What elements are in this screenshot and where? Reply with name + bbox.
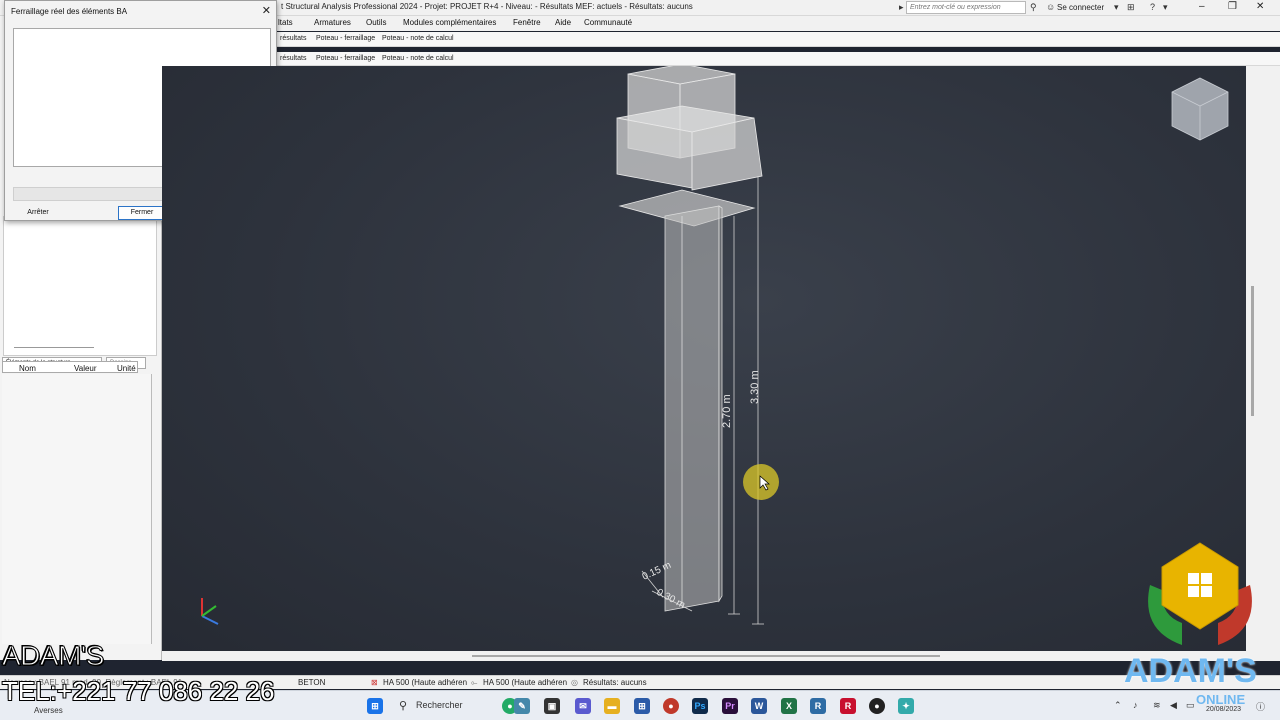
chevron-down-icon[interactable]: ▾ [1163,2,1168,13]
properties-header: Nom Valeur Unité [2,361,138,373]
dim-column-label: 2.70 m [721,394,733,428]
brand-text: ADAM'S [1124,652,1257,690]
results-icon: ◎ [571,678,578,687]
structure-tree[interactable] [3,216,157,356]
close-icon[interactable]: ✕ [262,4,271,17]
status-steel-main[interactable]: HA 500 (Haute adhéren [383,678,467,687]
tree-scrollbar[interactable] [14,347,94,348]
obs-icon[interactable]: ● [869,698,885,714]
close-button[interactable]: Fermer [118,206,166,220]
stop-button[interactable]: Arrêter [18,206,58,220]
layout-tabs-row: résultats Poteau - ferraillage Poteau - … [276,32,1280,47]
search-input[interactable]: Entrez mot-clé ou expression [906,1,1026,14]
store-icon[interactable]: ⊞ [634,698,650,714]
menu-bar: ltats Armatures Outils Modules complémen… [276,16,1280,31]
view-cube-icon[interactable] [1171,77,1229,141]
tab-column-calc-note[interactable]: Poteau - note de calcul [382,55,454,62]
help-icon[interactable]: ? [1150,2,1155,12]
app-icon[interactable]: ✦ [898,698,914,714]
search-icon: ⚲ [399,700,408,712]
status-steel-transverse[interactable]: HA 500 (Haute adhéren [483,678,567,687]
column-value[interactable]: Valeur [74,364,97,373]
premiere-icon[interactable]: Pr [722,698,738,714]
brand-subtext: ONLINE [1196,692,1246,707]
menu-item-window[interactable]: Fenêtre [513,18,541,27]
weather-label[interactable]: Averses [34,706,63,715]
link-icon: ⟜ [471,678,478,687]
excel-icon[interactable]: X [781,698,797,714]
status-results: Résultats: aucuns [583,678,647,687]
menu-item-community[interactable]: Communauté [584,18,632,27]
steel-icon: ⊠ [371,678,378,687]
binoculars-icon[interactable]: ⚲ [1030,2,1037,13]
tab-column-reinforcement[interactable]: Poteau - ferraillage [316,35,375,42]
axis-triad-icon [201,598,219,625]
revit-icon[interactable]: R [810,698,826,714]
word-icon[interactable]: W [751,698,767,714]
column-model: 3.30 m 2.70 m 0.15 m 0.30 m [201,66,1229,625]
watermark-name: ADAM'S [2,640,105,672]
column-name[interactable]: Nom [19,364,36,373]
tab-column-reinforcement[interactable]: Poteau - ferraillage [316,55,375,62]
search-arrow-icon[interactable]: ▸ [899,2,904,13]
menu-item-tools[interactable]: Outils [366,18,386,27]
chevron-down-icon[interactable]: ▾ [1114,2,1119,13]
widgets-icon[interactable]: ✎ [514,698,530,714]
3d-viewport[interactable]: 3.30 m 2.70 m 0.15 m 0.30 m [162,66,1246,651]
tab-results[interactable]: résultats [280,35,306,42]
tab-results[interactable]: résultats [280,55,306,62]
dialog-title: Ferraillage réel des éléments BA [11,7,128,16]
user-icon[interactable]: ☺ [1046,2,1055,12]
robot-icon[interactable]: R [840,698,856,714]
dim-total-label: 3.30 m [749,370,761,404]
chat-icon[interactable]: ✉ [575,698,591,714]
minimize-icon[interactable]: – [1199,1,1205,12]
column-body [664,205,723,612]
restore-icon[interactable]: ❐ [1228,1,1237,12]
menu-item-help[interactable]: Aide [555,18,571,27]
photoshop-icon[interactable]: Ps [692,698,708,714]
column-unit[interactable]: Unité [117,364,136,373]
tab-column-calc-note[interactable]: Poteau - note de calcul [382,35,454,42]
horizontal-scrollbar[interactable] [162,651,1280,661]
taskbar-search-label: Rechercher [416,700,463,710]
task-view-icon[interactable]: ▣ [544,698,560,714]
window-tabs-row: résultats Poteau - ferraillage Poteau - … [276,52,1280,66]
menu-item-addins[interactable]: Modules complémentaires [403,18,496,27]
menu-item-results[interactable]: ltats [278,18,293,27]
record-app-icon[interactable]: ● [663,698,679,714]
scroll-thumb[interactable] [1251,286,1254,416]
taskbar-search[interactable]: ⚲ Rechercher [392,697,500,715]
watermark-phone: TEL:+221 77 086 22 26 [2,676,275,706]
status-material[interactable]: BETON [298,678,325,687]
properties-grid[interactable] [2,374,152,644]
menu-item-reinforcement[interactable]: Armatures [314,18,351,27]
file-explorer-icon[interactable]: ▬ [604,698,620,714]
scroll-thumb[interactable] [472,655,940,657]
cart-icon[interactable]: ⊞ [1127,2,1135,13]
windows-start-icon[interactable]: ⊞ [367,698,383,714]
window-title: t Structural Analysis Professional 2024 … [281,2,693,11]
beam-node [616,66,763,227]
close-icon[interactable]: ✕ [1256,1,1264,12]
sign-in-button[interactable]: Se connecter [1057,3,1104,12]
